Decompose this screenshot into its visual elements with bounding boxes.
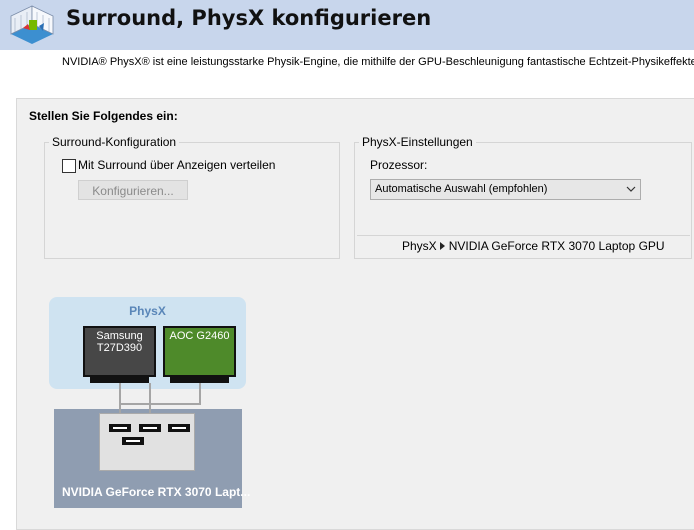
physx-path-target: NVIDIA GeForce RTX 3070 Laptop GPU: [448, 239, 665, 253]
physx-diagram-title: PhysX: [129, 304, 166, 318]
monitor-cable: [119, 403, 201, 405]
instruction-heading: Stellen Sie Folgendes ein:: [29, 109, 178, 123]
display-port-icon: [139, 424, 161, 432]
gpu-port-panel: [99, 413, 195, 471]
display-port-icon: [168, 424, 190, 432]
hdmi-port-icon: [122, 437, 144, 445]
monitor-cable: [199, 383, 201, 405]
monitor-label-line2: T27D390: [96, 342, 143, 354]
processor-label: Prozessor:: [370, 158, 428, 172]
chevron-down-icon: [626, 186, 636, 192]
surround-checkbox-label[interactable]: Mit Surround über Anzeigen verteilen: [78, 158, 275, 172]
processor-select[interactable]: Automatische Auswahl (empfohlen): [370, 179, 641, 200]
physx-path-label: PhysX: [402, 239, 437, 253]
surround-group-label: Surround-Konfiguration: [49, 135, 180, 149]
processor-select-value: Automatische Auswahl (empfohlen): [375, 183, 548, 195]
page-description: NVIDIA® PhysX® ist eine leistungsstarke …: [62, 56, 694, 68]
configure-button[interactable]: Konfigurieren...: [78, 180, 188, 200]
physx-settings-group-label: PhysX-Einstellungen: [359, 135, 476, 149]
physx-divider: [357, 235, 690, 236]
gpu-name-label: NVIDIA GeForce RTX 3070 Lapt...: [62, 485, 251, 499]
nvidia-control-panel-icon: [10, 5, 54, 44]
arrow-right-icon: [439, 242, 445, 250]
monitor-aoc-g2460[interactable]: AOC G2460: [163, 326, 236, 377]
page-title: Surround, PhysX konfigurieren: [66, 6, 432, 30]
page-header: Surround, PhysX konfigurieren: [0, 0, 694, 50]
monitor-label-line1: AOC G2460: [169, 330, 230, 342]
display-port-icon: [109, 424, 131, 432]
physx-processor-path: PhysX NVIDIA GeForce RTX 3070 Laptop GPU: [402, 239, 665, 253]
surround-checkbox[interactable]: [62, 159, 76, 173]
monitor-label-line1: Samsung: [96, 330, 143, 342]
monitor-samsung-t27d390[interactable]: Samsung T27D390: [83, 326, 156, 377]
